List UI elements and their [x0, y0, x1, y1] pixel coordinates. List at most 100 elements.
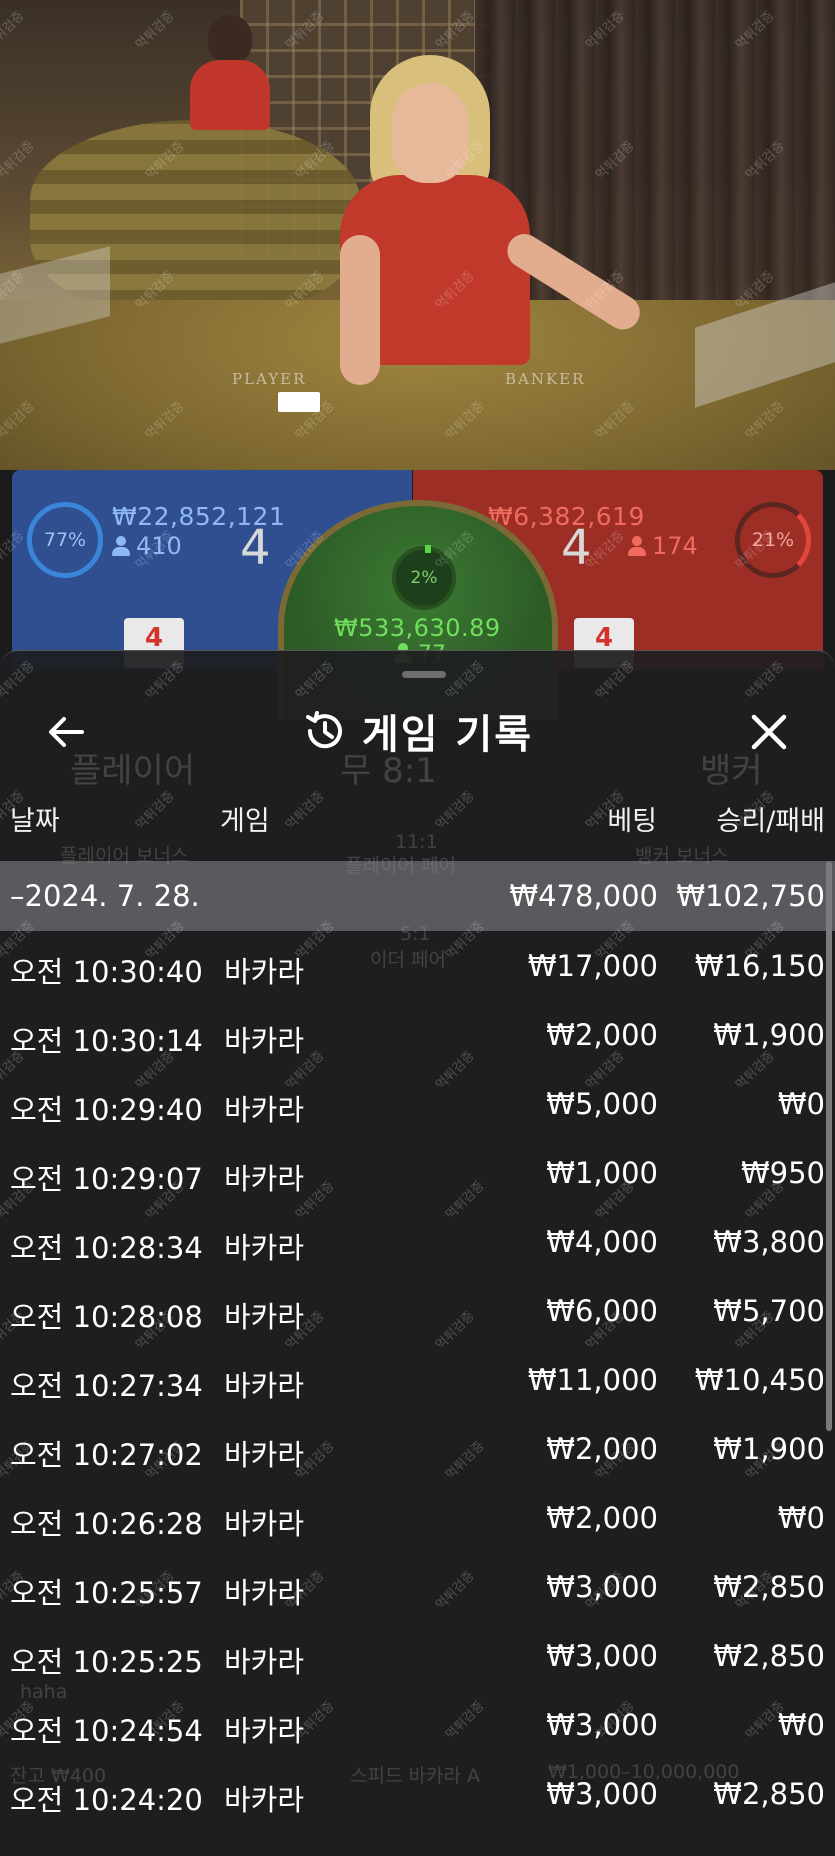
row-time: 오전 10:30:14	[10, 1024, 203, 1058]
history-row[interactable]: 오전 10:28:34 바카라 ₩4,000 ₩3,800	[0, 1207, 835, 1276]
dealt-card	[278, 392, 320, 412]
history-row[interactable]: 오전 10:27:34 바카라 ₩11,000 ₩10,450	[0, 1345, 835, 1414]
history-row[interactable]: 오전 10:24:20 바카라 ₩3,000 ₩2,850	[0, 1759, 835, 1828]
tie-total-amount: ₩533,630.89	[334, 614, 501, 642]
summary-bet: ₩478,000	[509, 879, 658, 913]
row-bet: ₩3,000	[546, 1639, 658, 1673]
row-bet: ₩6,000	[546, 1294, 658, 1328]
row-time: 오전 10:24:54	[10, 1714, 203, 1748]
history-row[interactable]: 오전 10:25:57 바카라 ₩3,000 ₩2,850	[0, 1552, 835, 1621]
row-time: 오전 10:30:40	[10, 955, 203, 989]
close-x-icon	[751, 714, 787, 750]
row-time: 오전 10:25:57	[10, 1576, 203, 1610]
row-result: ₩2,850	[713, 1777, 825, 1811]
row-bet: ₩2,000	[546, 1501, 658, 1535]
row-bet: ₩11,000	[527, 1363, 658, 1397]
felt-banker-label: BANKER	[505, 370, 586, 388]
close-button[interactable]	[744, 707, 794, 757]
row-game: 바카라	[224, 1645, 305, 1679]
row-result: ₩0	[777, 1708, 825, 1742]
background-dealer	[190, 15, 270, 130]
date-summary-row[interactable]: –2024. 7. 28. ₩478,000 ₩102,750	[0, 861, 835, 931]
row-game: 바카라	[224, 1024, 305, 1058]
sheet-drag-handle[interactable]	[402, 671, 446, 678]
history-table-header: 날짜 게임 베팅 승리/패배	[0, 799, 835, 839]
row-time: 오전 10:27:02	[10, 1438, 203, 1472]
row-game: 바카라	[224, 1714, 305, 1748]
row-game: 바카라	[224, 955, 305, 989]
row-game: 바카라	[224, 1093, 305, 1127]
row-game: 바카라	[224, 1783, 305, 1817]
player-count-value: 410	[136, 532, 182, 560]
player-percent-ring: 77%	[27, 502, 103, 578]
row-time: 오전 10:24:20	[10, 1783, 203, 1817]
history-row[interactable]: 오전 10:28:08 바카라 ₩6,000 ₩5,700	[0, 1276, 835, 1345]
history-clock-icon	[302, 708, 348, 754]
history-row[interactable]: 오전 10:24:54 바카라 ₩3,000 ₩0	[0, 1690, 835, 1759]
row-bet: ₩4,000	[546, 1225, 658, 1259]
person-icon	[628, 536, 646, 556]
column-date: 날짜	[10, 806, 60, 837]
row-result: ₩2,850	[713, 1639, 825, 1673]
row-result: ₩5,700	[713, 1294, 825, 1328]
row-bet: ₩3,000	[546, 1708, 658, 1742]
row-result: ₩1,900	[713, 1432, 825, 1466]
row-time: 오전 10:27:34	[10, 1369, 203, 1403]
banker-score: 4	[561, 520, 592, 576]
column-game: 게임	[220, 806, 270, 837]
row-result: ₩3,800	[713, 1225, 825, 1259]
row-time: 오전 10:29:40	[10, 1093, 203, 1127]
row-result: ₩16,150	[694, 949, 825, 983]
row-result: ₩10,450	[694, 1363, 825, 1397]
row-time: 오전 10:25:25	[10, 1645, 203, 1679]
person-icon	[112, 536, 130, 556]
row-bet: ₩2,000	[546, 1432, 658, 1466]
banker-bettor-count: 174	[628, 532, 698, 560]
row-time: 오전 10:28:08	[10, 1300, 203, 1334]
row-bet: ₩1,000	[546, 1156, 658, 1190]
banker-percent: 21%	[751, 529, 795, 551]
row-game: 바카라	[224, 1369, 305, 1403]
row-bet: ₩2,000	[546, 1018, 658, 1052]
scrollbar[interactable]	[826, 861, 832, 1431]
player-score: 4	[240, 520, 271, 576]
history-row[interactable]: 오전 10:30:14 바카라 ₩2,000 ₩1,900	[0, 1000, 835, 1069]
player-percent: 77%	[43, 529, 87, 551]
row-result: ₩1,900	[713, 1018, 825, 1052]
sheet-header: 게임 기록	[0, 701, 835, 761]
row-time: 오전 10:26:28	[10, 1507, 203, 1541]
dealer	[330, 55, 647, 385]
game-history-sheet: 플레이어 무 8:1 뱅커 플레이어 보너스 11:1 플레이어 페어 뱅커 보…	[0, 650, 835, 1856]
sheet-title: 게임 기록	[361, 712, 534, 758]
banker-percent-ring: 21%	[735, 502, 811, 578]
history-row[interactable]: 오전 10:26:28 바카라 ₩2,000 ₩0	[0, 1483, 835, 1552]
player-bettor-count: 410	[112, 532, 182, 560]
row-bet: ₩3,000	[546, 1777, 658, 1811]
row-bet: ₩3,000	[546, 1570, 658, 1604]
history-row[interactable]: 오전 10:30:40 바카라 ₩17,000 ₩16,150	[0, 931, 835, 1000]
row-game: 바카라	[224, 1231, 305, 1265]
row-result: ₩950	[740, 1156, 825, 1190]
summary-date: –2024. 7. 28.	[10, 879, 200, 913]
history-row[interactable]: 오전 10:29:07 바카라 ₩1,000 ₩950	[0, 1138, 835, 1207]
history-list: 오전 10:30:40 바카라 ₩17,000 ₩16,150 오전 10:30:14 바…	[0, 931, 835, 1828]
row-bet: ₩5,000	[546, 1087, 658, 1121]
row-game: 바카라	[224, 1576, 305, 1610]
row-time: 오전 10:28:34	[10, 1231, 203, 1265]
row-time: 오전 10:29:07	[10, 1162, 203, 1196]
column-result: 승리/패배	[716, 806, 825, 837]
tie-percent-ring: 2%	[392, 545, 456, 610]
summary-result: ₩102,750	[676, 879, 825, 913]
history-row[interactable]: 오전 10:27:02 바카라 ₩2,000 ₩1,900	[0, 1414, 835, 1483]
row-game: 바카라	[224, 1438, 305, 1472]
column-bet: 베팅	[607, 806, 657, 837]
history-row[interactable]: 오전 10:25:25 바카라 ₩3,000 ₩2,850	[0, 1621, 835, 1690]
row-result: ₩2,850	[713, 1570, 825, 1604]
felt-player-label: PLAYER	[232, 370, 307, 388]
banker-count-value: 174	[652, 532, 698, 560]
history-row[interactable]: 오전 10:29:40 바카라 ₩5,000 ₩0	[0, 1069, 835, 1138]
row-bet: ₩17,000	[527, 949, 658, 983]
live-video-feed: PLAYER BANKER	[0, 0, 835, 470]
tie-percent: 2%	[410, 568, 438, 588]
row-game: 바카라	[224, 1162, 305, 1196]
